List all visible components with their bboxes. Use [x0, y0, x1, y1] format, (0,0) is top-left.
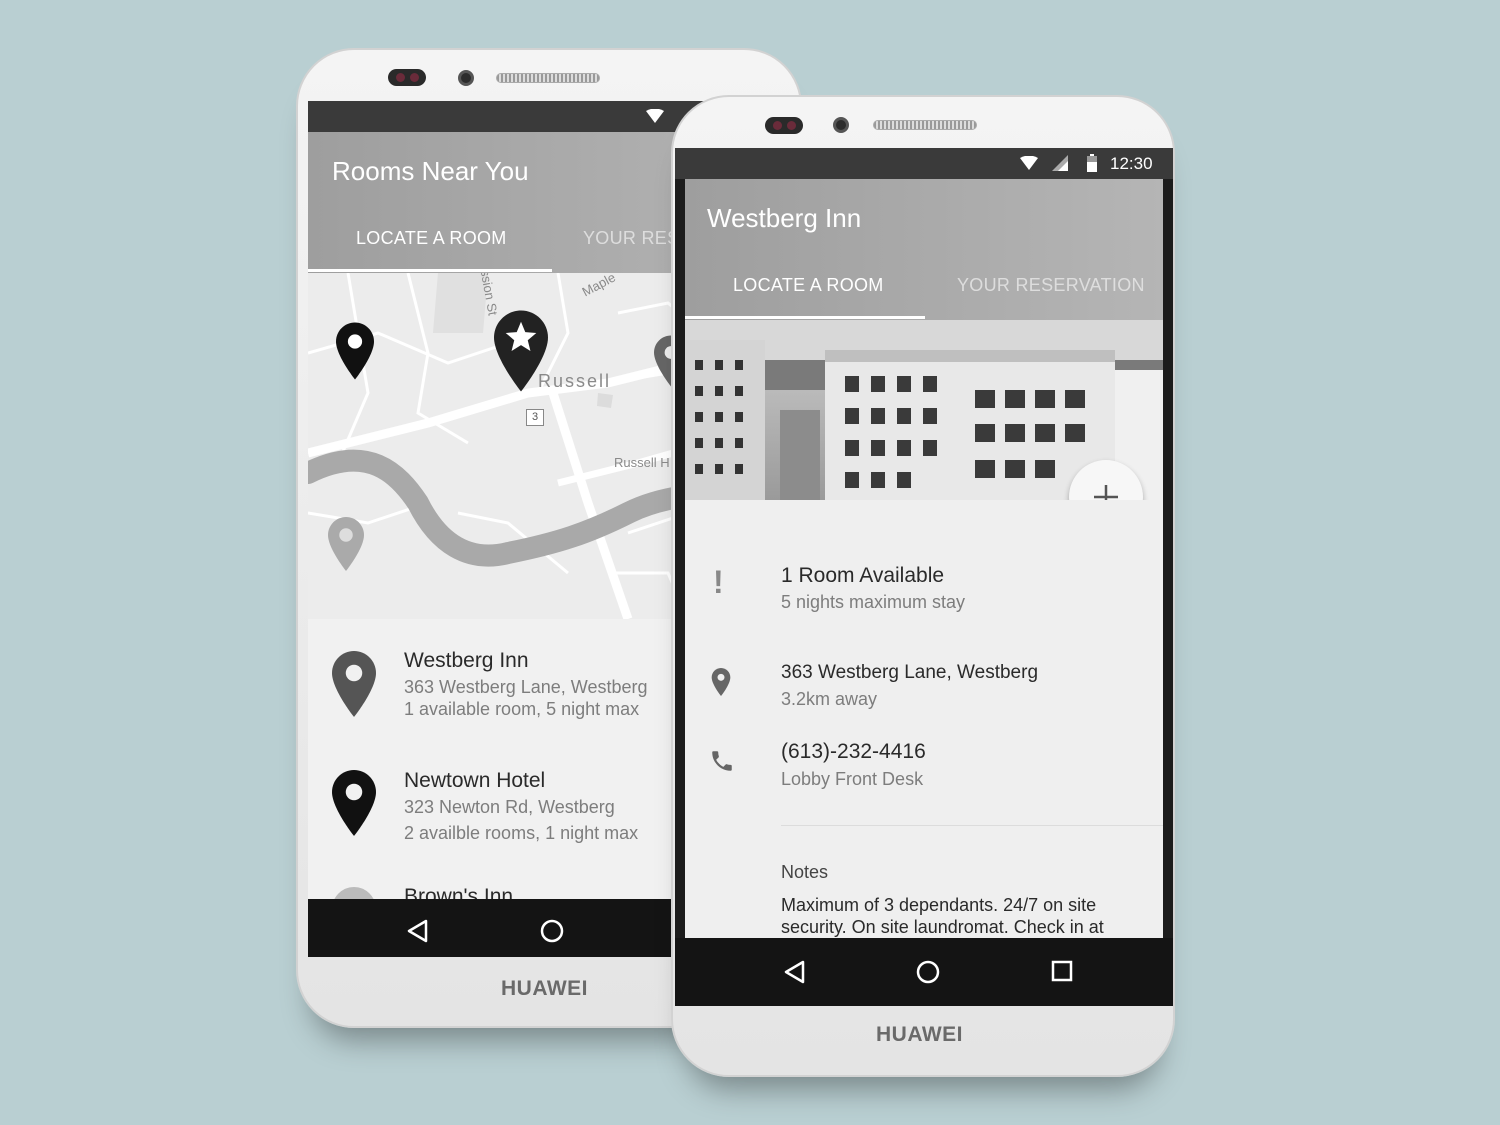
hotel-detail: 1 available room, 5 night max — [404, 699, 640, 719]
location-pin-icon — [332, 887, 376, 899]
tab-indicator — [685, 316, 925, 319]
nav-bar — [675, 938, 1173, 1006]
app-bar: Westberg Inn LOCATE A ROOM YOUR RESERVAT… — [685, 179, 1163, 320]
back-icon[interactable] — [783, 960, 805, 984]
back-icon[interactable] — [406, 919, 428, 943]
home-icon[interactable] — [916, 960, 940, 984]
map-pin-favorite-icon[interactable] — [494, 309, 548, 393]
speaker-grill-icon — [873, 120, 977, 130]
battery-icon — [1087, 154, 1097, 172]
phone-label: Lobby Front Desk — [781, 769, 924, 789]
front-camera-icon — [833, 117, 849, 133]
page-title: Westberg Inn — [707, 203, 862, 233]
camera-icon — [388, 69, 426, 86]
status-time: 12:30 — [1110, 154, 1153, 173]
camera-icon — [765, 117, 803, 134]
brand-logo: HUAWEI — [876, 1023, 963, 1046]
hotel-detail: 2 availble rooms, 1 night max — [404, 823, 639, 843]
recents-icon[interactable] — [1051, 960, 1073, 982]
location-pin-icon — [332, 770, 376, 836]
page-title: Rooms Near You — [332, 156, 529, 186]
tab-indicator — [308, 269, 552, 272]
notes-text: Maximum of 3 dependants. 24/7 on site se… — [781, 895, 1104, 937]
map-pin-faded-icon[interactable] — [328, 515, 364, 573]
location-pin-icon — [711, 668, 731, 696]
hotel-name: Brown's Inn — [404, 885, 514, 899]
availability-subtext: 5 nights maximum stay — [781, 592, 966, 612]
location-pin-icon — [332, 651, 376, 717]
signal-icon — [1052, 155, 1068, 171]
map-label-russell: Russell — [538, 371, 612, 391]
home-icon[interactable] — [540, 919, 564, 943]
phone-number[interactable]: (613)-232-4416 — [781, 740, 926, 764]
phone-icon — [712, 751, 732, 771]
speaker-grill-icon — [496, 73, 600, 83]
tab-locate-room[interactable]: LOCATE A ROOM — [733, 275, 884, 296]
map-route-shield: 3 — [526, 409, 544, 426]
availability-text: 1 Room Available — [781, 564, 945, 587]
right-phone: 12:30 Westberg Inn LOCATE A ROOM YOUR RE… — [671, 95, 1175, 1077]
tab-locate-room[interactable]: LOCATE A ROOM — [356, 228, 507, 249]
distance-text: 3.2km away — [781, 689, 878, 709]
exclamation-icon: ! — [713, 564, 724, 600]
details-panel: ! 1 Room Available 5 nights maximum stay… — [685, 500, 1163, 938]
hotel-address: 323 Newton Rd, Westberg — [404, 797, 615, 817]
tab-your-reservation[interactable]: YOUR RES — [583, 228, 679, 249]
wifi-icon — [1020, 156, 1038, 170]
address-text[interactable]: 363 Westberg Lane, Westberg — [781, 662, 1038, 684]
hotel-address: 363 Westberg Lane, Westberg — [404, 677, 648, 697]
hotel-name: Westberg Inn — [404, 649, 529, 672]
brand-logo: HUAWEI — [501, 977, 588, 1000]
map-label-russell-h: Russell H — [614, 455, 670, 470]
hotel-name: Newtown Hotel — [404, 769, 546, 792]
right-screen: 12:30 Westberg Inn LOCATE A ROOM YOUR RE… — [675, 148, 1173, 1006]
status-bar: 12:30 — [675, 148, 1173, 179]
tab-your-reservation[interactable]: YOUR RESERVATION — [957, 275, 1145, 296]
notes-heading: Notes — [781, 862, 829, 882]
map-pin-icon[interactable] — [336, 321, 374, 381]
front-camera-icon — [458, 70, 474, 86]
wifi-icon — [646, 109, 664, 123]
divider — [781, 825, 1163, 826]
